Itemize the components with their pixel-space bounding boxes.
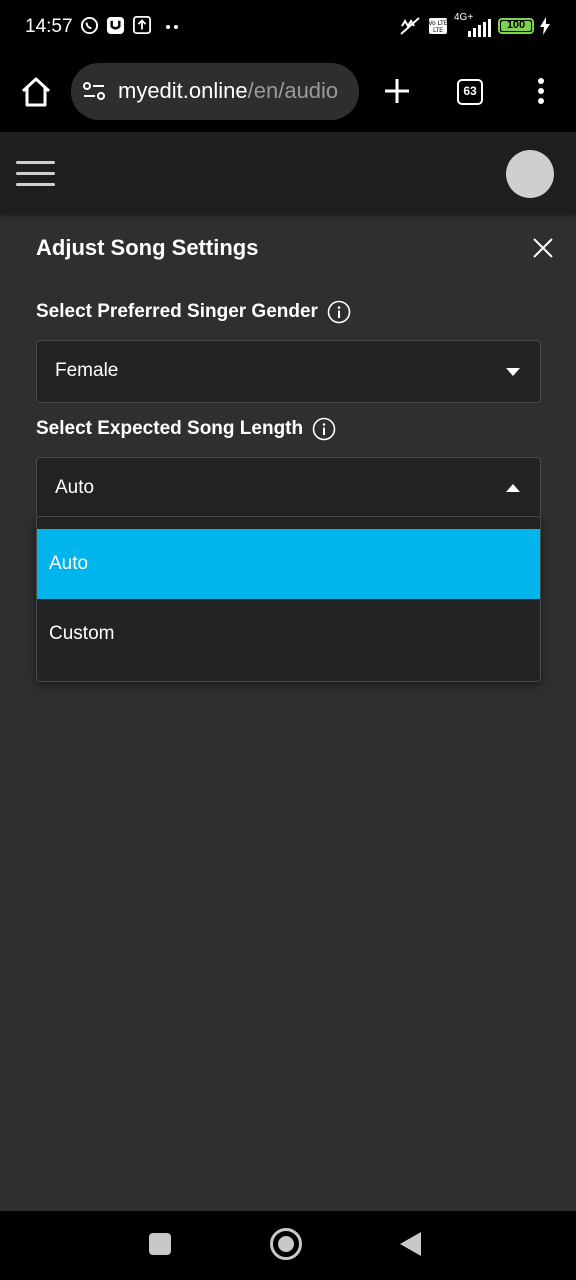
hamburger-menu-icon[interactable] [16,161,56,187]
panel-title: Adjust Song Settings [36,235,259,260]
charging-icon [540,17,550,35]
battery-indicator: 100 [498,18,534,34]
whatsapp-icon [80,16,99,35]
url-text[interactable]: myedit.online/en/audio [118,78,338,104]
browser-toolbar: myedit.online/en/audio 63 [0,56,576,132]
gender-select-value: Female [55,360,119,381]
url-path: /en/audio [247,78,339,103]
option-label: Custom [49,623,115,644]
app-header [0,132,576,214]
close-icon[interactable] [530,235,556,261]
option-label: Auto [49,553,89,574]
status-bar: 14:57 Vo LTE LTE 4G+ 100 [0,0,576,56]
site-settings-icon[interactable] [82,80,106,102]
vibrate-off-icon [400,17,420,35]
svg-text:Vo LTE: Vo LTE [428,20,447,27]
screen: 14:57 Vo LTE LTE 4G+ 100 myedit.online/e… [0,0,576,1280]
length-select[interactable]: Auto [36,457,541,520]
status-right: Vo LTE LTE 4G+ 100 [398,12,550,37]
signal-icon: 4G+ [454,12,492,37]
info-icon[interactable] [312,417,336,441]
browser-menu-icon[interactable] [531,76,551,106]
battery-level: 100 [506,19,526,31]
address-bar[interactable]: myedit.online/en/audio [71,63,359,120]
length-select-value: Auto [55,477,95,498]
home-icon[interactable] [18,74,54,110]
u-app-icon [106,16,125,35]
new-tab-icon[interactable] [382,76,412,106]
url-host: myedit.online [118,78,248,103]
info-icon[interactable] [327,300,351,324]
chevron-down-icon [506,368,520,376]
upload-icon [133,16,151,34]
svg-text:LTE: LTE [433,27,443,34]
length-label: Select Expected Song Length [36,417,336,441]
avatar[interactable] [506,150,554,198]
back-icon[interactable] [400,1232,421,1256]
status-time: 14:57 [25,16,73,37]
dropdown-option-custom[interactable]: Custom [37,599,540,669]
system-nav-bar [0,1211,576,1280]
volte-icon: Vo LTE LTE [428,18,448,34]
gender-select[interactable]: Female [36,340,541,403]
more-dots-icon [166,25,178,29]
recent-apps-icon[interactable] [149,1233,171,1255]
length-label-text: Select Expected Song Length [36,418,304,439]
gender-label-text: Select Preferred Singer Gender [36,301,318,322]
gender-label: Select Preferred Singer Gender [36,300,351,324]
tab-switcher-button[interactable]: 63 [457,79,483,105]
chevron-up-icon [506,484,520,492]
length-dropdown: Auto Custom [36,516,541,682]
dropdown-option-auto[interactable]: Auto [37,529,540,599]
home-nav-icon[interactable] [270,1228,302,1260]
